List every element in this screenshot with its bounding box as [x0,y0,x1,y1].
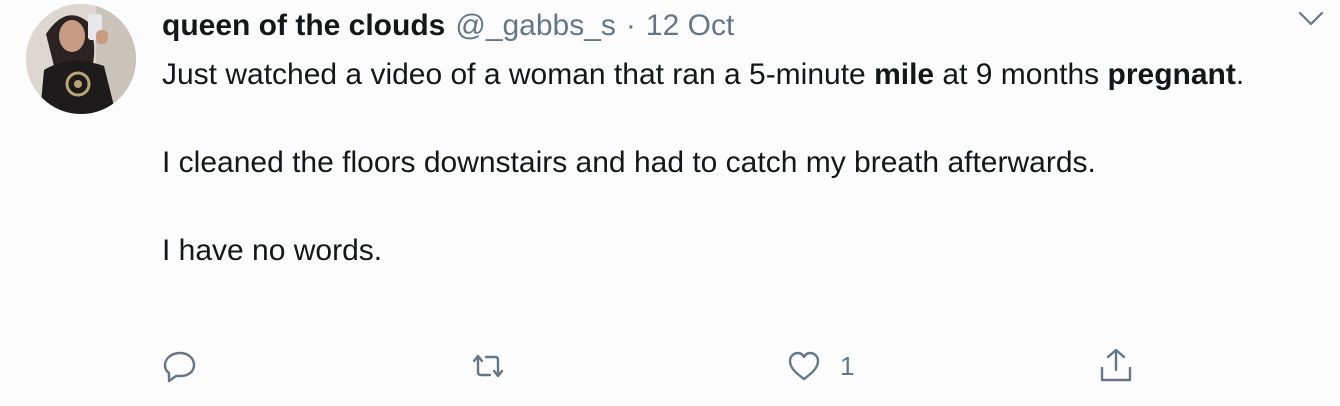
text-segment: . [1235,58,1245,91]
share-button[interactable] [1096,346,1136,386]
share-icon [1100,348,1132,382]
bold-text: mile [874,58,935,91]
display-name[interactable]: queen of the clouds [162,9,445,43]
text-segment: at 9 months [934,58,1108,91]
like-count: 1 [840,350,855,381]
user-handle[interactable]: @_gabbs_s [455,9,616,43]
reply-button[interactable] [162,346,198,386]
separator-dot: · [625,9,636,42]
tweet-card[interactable]: queen of the clouds @_gabbs_s · 12 Oct J… [0,0,1340,406]
tweet-text: Just watched a video of a woman that ran… [162,54,1282,272]
like-button[interactable]: 1 [786,346,854,386]
bold-text: pregnant [1107,58,1236,91]
tweet-paragraph-3: I have no words. [162,234,383,267]
tweet-header: queen of the clouds @_gabbs_s · 12 Oct [162,4,734,48]
tweet-date[interactable]: 12 Oct [646,9,734,43]
tweet-paragraph-1: Just watched a video of a woman that ran… [162,54,1282,96]
text-segment: Just watched a video of a woman that ran… [162,58,875,91]
avatar[interactable] [26,4,136,114]
heart-icon [788,351,820,381]
reply-icon [163,351,196,383]
retweet-button[interactable] [468,346,508,386]
tweet-paragraph-2: I cleaned the floors downstairs and had … [162,146,1096,179]
retweet-icon [472,354,504,378]
chevron-down-icon[interactable] [1296,8,1326,30]
tweet-actions: 1 [162,346,1162,386]
